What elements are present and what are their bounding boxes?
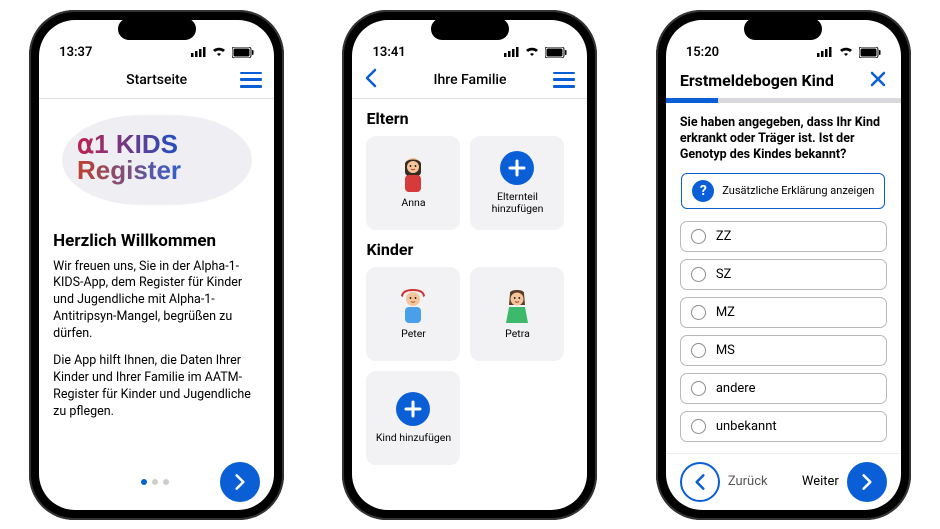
app-logo: ⍺1 KIDS Register xyxy=(53,115,260,205)
next-button[interactable]: Weiter xyxy=(802,462,887,502)
radio-icon xyxy=(691,381,706,396)
children-grid: Peter Petra Kind hinzufügen xyxy=(366,267,573,465)
add-parent-button[interactable]: Elternteil hinzufügen xyxy=(470,136,564,230)
next-label: Weiter xyxy=(802,474,839,489)
nav-title: Ihre Familie xyxy=(434,72,507,88)
genotype-option[interactable]: unbekannt xyxy=(680,411,887,442)
page-dot xyxy=(163,479,169,485)
dynamic-island xyxy=(431,18,509,40)
next-button[interactable] xyxy=(220,462,260,502)
add-child-button[interactable]: Kind hinzufügen xyxy=(366,371,460,465)
status-indicators xyxy=(501,45,567,60)
parents-grid: Anna Elternteil hinzufügen xyxy=(366,136,573,230)
nav-title: Startseite xyxy=(126,72,187,88)
nav-bar: Ihre Familie xyxy=(352,62,587,99)
hint-label: Zusätzliche Erklärung anzeigen xyxy=(722,185,874,198)
avatar-woman-icon xyxy=(395,156,431,192)
genotype-option[interactable]: SZ xyxy=(680,259,887,290)
phone-familie: 13:41 Ihre Familie Eltern xyxy=(342,10,597,520)
status-clock: 13:37 xyxy=(59,45,92,60)
genotype-option[interactable]: andere xyxy=(680,373,887,404)
page-dot xyxy=(141,479,147,485)
page-dot xyxy=(152,479,158,485)
status-clock: 13:41 xyxy=(372,45,405,60)
arrow-left-icon xyxy=(680,462,720,502)
option-label: unbekannt xyxy=(716,419,777,434)
option-label: andere xyxy=(716,381,756,396)
progress-fill xyxy=(666,98,718,103)
genotype-option[interactable]: MS xyxy=(680,335,887,366)
menu-icon[interactable] xyxy=(240,72,262,88)
radio-icon xyxy=(691,419,706,434)
section-heading-children: Kinder xyxy=(366,240,573,259)
plus-icon xyxy=(500,151,534,185)
welcome-paragraph-2: Die App hilft Ihnen, die Daten Ihrer Kin… xyxy=(53,353,260,421)
phone-startseite: 13:37 Startseite xyxy=(29,10,284,520)
page-indicator xyxy=(89,479,220,485)
section-heading-parents: Eltern xyxy=(366,109,573,128)
option-label: MZ xyxy=(716,305,735,320)
dynamic-island xyxy=(744,18,822,40)
phone-erstmeldebogen: 15:20 Erstmeldebogen Kind Sie haben ange… xyxy=(656,10,911,520)
hint-button[interactable]: ? Zusätzliche Erklärung anzeigen xyxy=(681,173,885,209)
family-member-card[interactable]: Petra xyxy=(470,267,564,361)
welcome-heading: Herzlich Willkommen xyxy=(53,231,260,251)
plus-icon xyxy=(396,392,430,426)
radio-icon xyxy=(691,305,706,320)
radio-icon xyxy=(691,343,706,358)
add-parent-label: Elternteil hinzufügen xyxy=(470,191,564,215)
dynamic-island xyxy=(118,18,196,40)
genotype-option[interactable]: ZZ xyxy=(680,221,887,252)
family-member-card[interactable]: Anna xyxy=(366,136,460,230)
menu-icon[interactable] xyxy=(553,72,575,88)
status-indicators xyxy=(188,45,254,60)
radio-icon xyxy=(691,267,706,282)
avatar-girl-icon xyxy=(499,287,535,323)
progress-bar xyxy=(666,98,901,103)
avatar-boy-icon xyxy=(395,287,431,323)
genotype-option[interactable]: MZ xyxy=(680,297,887,328)
back-button[interactable] xyxy=(364,68,378,92)
status-clock: 15:20 xyxy=(686,45,719,60)
family-member-card[interactable]: Peter xyxy=(366,267,460,361)
family-member-name: Petra xyxy=(505,328,530,340)
radio-icon xyxy=(691,229,706,244)
status-indicators xyxy=(814,45,880,60)
family-member-name: Peter xyxy=(401,328,426,340)
welcome-paragraph-1: Wir freuen uns, Sie in der Alpha-1-KIDS-… xyxy=(53,259,260,343)
form-title: Erstmeldebogen Kind xyxy=(680,71,834,90)
option-label: ZZ xyxy=(716,229,732,244)
options-list: ZZ SZ MZ MS andere unbekannt xyxy=(680,221,887,449)
back-button[interactable]: Zurück xyxy=(680,462,768,502)
nav-bar: Startseite xyxy=(39,62,274,99)
add-child-label: Kind hinzufügen xyxy=(376,432,451,444)
arrow-right-icon xyxy=(847,462,887,502)
back-label: Zurück xyxy=(728,474,768,489)
family-member-name: Anna xyxy=(401,197,425,209)
question-mark-icon: ? xyxy=(692,180,714,202)
logo-line1: ⍺1 KIDS Register xyxy=(77,129,237,191)
option-label: SZ xyxy=(716,267,732,282)
option-label: MS xyxy=(716,343,735,358)
question-text: Sie haben angegeben, dass Ihr Kind erkra… xyxy=(680,115,887,164)
svg-text:Register: Register xyxy=(77,155,181,185)
close-icon[interactable] xyxy=(869,70,887,92)
